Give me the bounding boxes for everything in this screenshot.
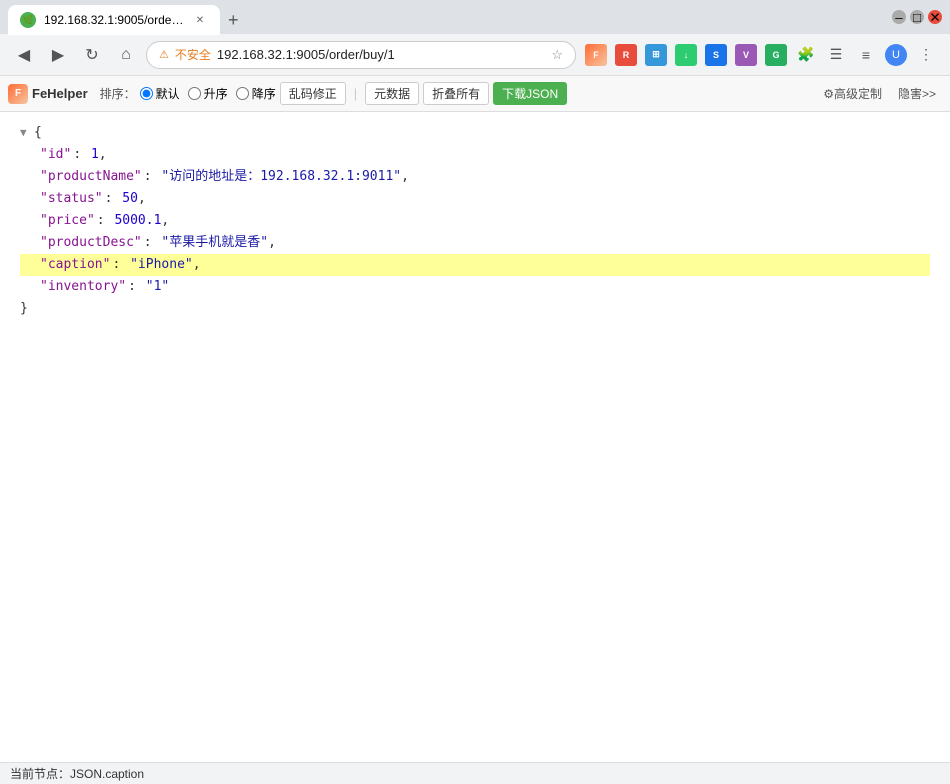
json-comma: , xyxy=(193,255,201,276)
json-value: "访问的地址是：192.168.32.1:9011" xyxy=(154,167,402,188)
json-comma: , xyxy=(138,189,146,210)
json-comma: , xyxy=(99,145,107,166)
json-value: 50 xyxy=(114,189,137,210)
json-key: "productDesc" xyxy=(40,233,142,254)
fehelper-right-buttons: ⚙高级定制 隐害>> xyxy=(817,83,942,104)
menu-button[interactable]: ⋮ xyxy=(912,41,940,69)
json-colon: : xyxy=(97,211,105,232)
indent xyxy=(20,167,40,188)
json-field-line: "status" : 50 , xyxy=(20,188,930,210)
json-field-line: "id" : 1 , xyxy=(20,144,930,166)
ext-icon-9[interactable]: ≡ xyxy=(852,41,880,69)
advanced-settings-button[interactable]: ⚙高级定制 xyxy=(817,83,888,104)
back-button[interactable]: ◀ xyxy=(10,41,38,69)
json-comma: , xyxy=(268,233,276,254)
ext-icon-6[interactable]: V xyxy=(732,41,760,69)
ext-fehelper-icon[interactable]: F xyxy=(582,41,610,69)
ext-icon-4[interactable]: ↓ xyxy=(672,41,700,69)
tab-title: 192.168.32.1:9005/order/buy/ xyxy=(44,13,184,27)
active-tab[interactable]: 🌿 192.168.32.1:9005/order/buy/ ✕ xyxy=(8,5,220,35)
profile-button[interactable]: U xyxy=(882,41,910,69)
json-key: "price" xyxy=(40,211,95,232)
security-label: 不安全 xyxy=(175,46,211,63)
json-field-line: "productDesc" : "苹果手机就是香" , xyxy=(20,232,930,254)
bookmark-icon[interactable]: ☆ xyxy=(551,47,563,63)
hide-button[interactable]: 隐害>> xyxy=(892,83,942,104)
json-value: "1" xyxy=(138,277,169,298)
json-key: "id" xyxy=(40,145,71,166)
json-field-line: "inventory" : "1" xyxy=(20,276,930,298)
json-key: "caption" xyxy=(40,255,110,276)
status-text: 当前节点：JSON.caption xyxy=(10,765,144,782)
ext-icon-8[interactable]: ☰ xyxy=(822,41,850,69)
sort-default-option[interactable]: 默认 xyxy=(140,85,180,102)
json-value: 5000.1 xyxy=(107,211,162,232)
tab-favicon: 🌿 xyxy=(20,12,36,28)
open-brace: { xyxy=(34,123,42,144)
indent xyxy=(20,211,40,232)
json-colon: : xyxy=(112,255,120,276)
json-colon: : xyxy=(144,233,152,254)
fehelper-toolbar: F FeHelper 排序： 默认 升序 降序 乱码修正 | 元数据 折叠所有 … xyxy=(0,76,950,112)
address-bar: ◀ ▶ ↻ ⌂ ⚠ 不安全 192.168.32.1:9005/order/bu… xyxy=(0,34,950,76)
address-input-wrap: ⚠ 不安全 192.168.32.1:9005/order/buy/1 ☆ xyxy=(146,41,576,69)
json-key: "status" xyxy=(40,189,103,210)
ext-icon-7[interactable]: G xyxy=(762,41,790,69)
reload-button[interactable]: ↻ xyxy=(78,41,106,69)
ext-icon-5[interactable]: S xyxy=(702,41,730,69)
download-json-button[interactable]: 下载JSON xyxy=(493,82,567,105)
browser-toolbar-icons: F R ⊞ ↓ S V xyxy=(582,41,940,69)
sort-asc-option[interactable]: 升序 xyxy=(188,85,228,102)
ext-icon-3[interactable]: ⊞ xyxy=(642,41,670,69)
json-field-line: "productName" : "访问的地址是：192.168.32.1:901… xyxy=(20,166,930,188)
fold-all-button[interactable]: 折叠所有 xyxy=(423,82,489,105)
meta-button[interactable]: 元数据 xyxy=(365,82,419,105)
ext-puzzle-icon[interactable]: 🧩 xyxy=(792,41,820,69)
forward-button[interactable]: ▶ xyxy=(44,41,72,69)
maximize-button[interactable]: □ xyxy=(910,10,924,24)
json-value: "苹果手机就是香" xyxy=(154,233,268,254)
new-tab-button[interactable]: + xyxy=(220,10,247,31)
separator-1: | xyxy=(354,86,357,101)
close-brace: } xyxy=(20,299,28,320)
json-close-brace: } xyxy=(20,298,930,320)
json-value: "iPhone" xyxy=(122,255,192,276)
sort-label: 排序： xyxy=(100,85,136,102)
security-icon: ⚠ xyxy=(159,48,169,61)
status-bar: 当前节点：JSON.caption xyxy=(0,762,950,784)
title-bar: 🌿 192.168.32.1:9005/order/buy/ ✕ + – □ ✕ xyxy=(0,0,950,34)
indent xyxy=(20,255,40,276)
fehelper-logo-icon: F xyxy=(8,84,28,104)
json-comma: , xyxy=(161,211,169,232)
indent xyxy=(20,189,40,210)
fehelper-logo: F FeHelper xyxy=(8,84,88,104)
json-field-line: "price" : 5000.1 , xyxy=(20,210,930,232)
indent xyxy=(20,277,40,298)
json-field-line: "caption" : "iPhone" , 复制下载删除 xyxy=(20,254,930,276)
json-key: "productName" xyxy=(40,167,142,188)
home-button[interactable]: ⌂ xyxy=(112,41,140,69)
indent xyxy=(20,145,40,166)
sort-radio-group: 默认 升序 降序 xyxy=(140,85,276,102)
json-colon: : xyxy=(105,189,113,210)
json-colon: : xyxy=(144,167,152,188)
address-text[interactable]: 192.168.32.1:9005/order/buy/1 xyxy=(217,47,545,62)
indent xyxy=(20,233,40,254)
close-button[interactable]: ✕ xyxy=(928,10,942,24)
ext-icon-2[interactable]: R xyxy=(612,41,640,69)
json-colon: : xyxy=(73,145,81,166)
json-content-area: ▼ { "id" : 1 , "productName" : "访问的地址是：1… xyxy=(0,112,950,712)
json-open-brace: ▼ { xyxy=(20,122,930,144)
json-key: "inventory" xyxy=(40,277,126,298)
json-value: 1 xyxy=(83,145,99,166)
minimize-button[interactable]: – xyxy=(892,10,906,24)
collapse-arrow[interactable]: ▼ xyxy=(20,124,34,142)
tab-close-button[interactable]: ✕ xyxy=(192,12,208,28)
sort-desc-option[interactable]: 降序 xyxy=(236,85,276,102)
json-comma: , xyxy=(401,167,409,188)
json-colon: : xyxy=(128,277,136,298)
fehelper-logo-text: FeHelper xyxy=(32,86,88,101)
fix-encoding-button[interactable]: 乱码修正 xyxy=(280,82,346,105)
